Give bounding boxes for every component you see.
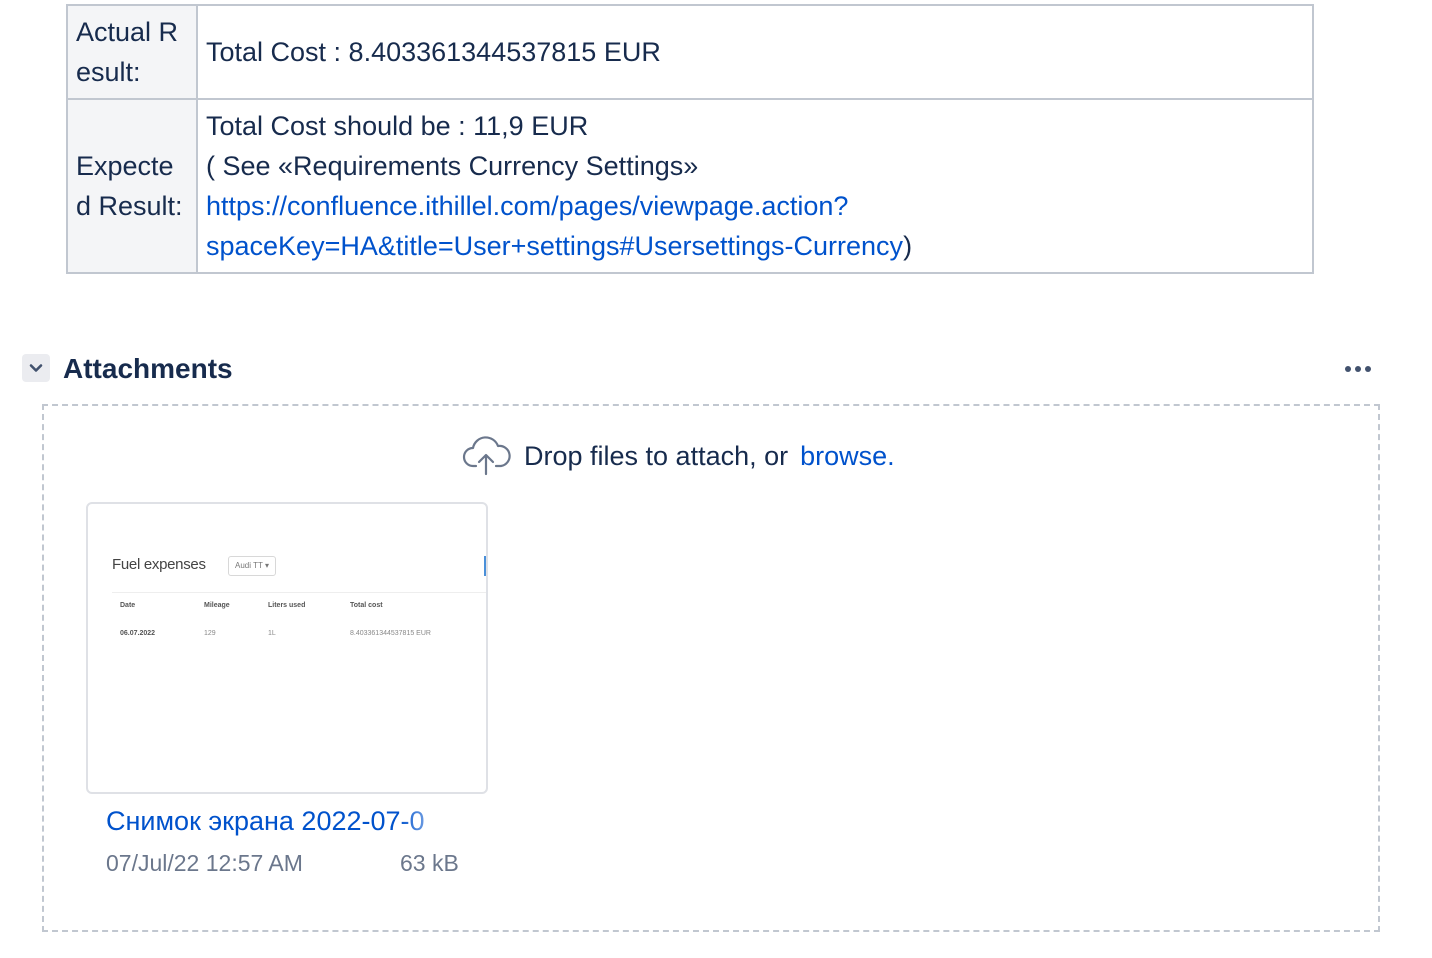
actual-result-value: Total Cost : 8.403361344537815 EUR [196, 4, 1314, 100]
attachments-header: Attachments [22, 350, 1382, 390]
table-row: Actual Result: Total Cost : 8.4033613445… [66, 4, 1314, 100]
preview-select: Audi TT ▾ [228, 556, 276, 576]
preview-divider [112, 592, 486, 593]
preview-header-cell: Date [120, 602, 136, 609]
closing-paren: ) [903, 231, 913, 261]
confluence-link-continued[interactable]: spaceKey=HA&title=User+settings#Usersett… [206, 231, 903, 261]
cloud-upload-icon [462, 436, 511, 476]
preview-header-cell: Total cost [350, 602, 383, 609]
browse-link[interactable]: browse. [800, 441, 895, 472]
attachment-file-name[interactable]: Снимок экрана 2022-07-0 [106, 806, 462, 837]
attachment-size: 63 kB [400, 850, 459, 876]
attachment-drop-zone[interactable]: Drop files to attach, or browse. Fuel ex… [42, 404, 1380, 932]
details-table: Actual Result: Total Cost : 8.4033613445… [66, 4, 1314, 274]
preview-accent [484, 556, 486, 576]
expected-result-label: Expected Result: [66, 98, 198, 274]
drop-message: Drop files to attach, or browse. [462, 434, 895, 478]
more-icon [1345, 366, 1371, 372]
expected-reference-text: ( See «Requirements Currency Settings» [206, 151, 699, 181]
collapse-toggle-button[interactable] [22, 354, 50, 382]
preview-row-cell: 1L [268, 630, 276, 637]
expected-result-value: Total Cost should be : 11,9 EUR ( See «R… [196, 98, 1314, 274]
drop-text: Drop files to attach, or [524, 440, 789, 471]
actual-result-label: Actual Result: [66, 4, 198, 100]
preview-row-cell: 129 [204, 630, 216, 637]
attachments-title: Attachments [63, 353, 233, 384]
issue-page: Actual Result: Total Cost : 8.4033613445… [0, 0, 1432, 958]
more-actions-button[interactable] [1342, 356, 1376, 382]
preview-title: Fuel expenses [112, 556, 206, 573]
table-row: Expected Result: Total Cost should be : … [66, 98, 1314, 274]
chevron-down-icon [29, 364, 43, 372]
expected-total-text: Total Cost should be : 11,9 EUR [206, 111, 589, 141]
preview-row-cell: 06.07.2022 [120, 630, 156, 637]
preview-row-cell: 8.403361344537815 EUR [350, 630, 431, 637]
confluence-link[interactable]: https://confluence.ithillel.com/pages/vi… [206, 191, 848, 221]
preview-header-cell: Mileage [204, 602, 230, 609]
preview-header-cell: Liters used [268, 602, 306, 609]
attachment-thumbnail[interactable]: Fuel expenses Audi TT ▾ Date Mileage Lit… [86, 502, 488, 794]
attachment-date: 07/Jul/22 12:57 AM [106, 850, 303, 876]
screenshot-preview: Fuel expenses Audi TT ▾ Date Mileage Lit… [88, 504, 486, 792]
